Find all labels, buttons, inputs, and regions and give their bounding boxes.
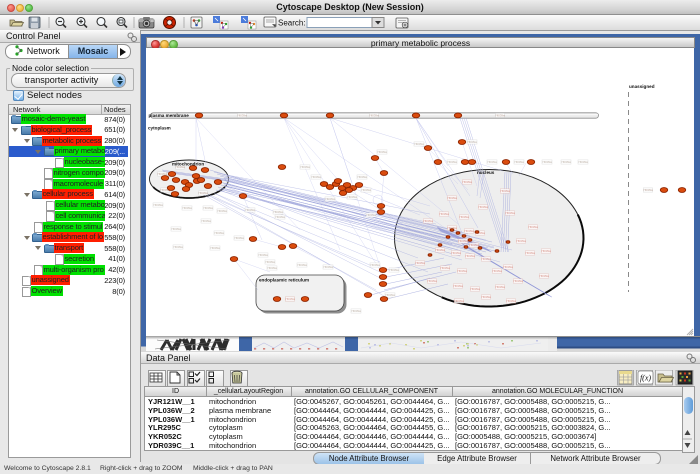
svg-text:plasma membrane: plasma membrane	[149, 113, 190, 118]
svg-text:Yfl039w: Yfl039w	[439, 212, 450, 216]
svg-text:Yfl039w: Yfl039w	[297, 263, 308, 267]
svg-text:Yfl039w: Yfl039w	[462, 180, 473, 184]
svg-text:Yfl039w: Yfl039w	[377, 150, 388, 154]
svg-text:Yfl039w: Yfl039w	[182, 206, 193, 210]
svg-text:Yfl039w: Yfl039w	[469, 243, 480, 247]
svg-text:Yfl039w: Yfl039w	[245, 208, 256, 212]
svg-text:Yfl039w: Yfl039w	[487, 160, 498, 164]
svg-text:Yfl039w: Yfl039w	[415, 261, 426, 265]
svg-text:Yfl039w: Yfl039w	[465, 254, 476, 258]
svg-text:Yfl039w: Yfl039w	[578, 160, 589, 164]
svg-text:Yfl039w: Yfl039w	[389, 268, 400, 272]
svg-text:Yfl039w: Yfl039w	[427, 279, 438, 283]
svg-text:Yfl039w: Yfl039w	[503, 265, 514, 269]
svg-text:Search:: Search:	[278, 19, 306, 28]
svg-text:Yfl039w: Yfl039w	[481, 295, 492, 299]
svg-text:Yfl039w: Yfl039w	[325, 197, 336, 201]
svg-text:Yfl039w: Yfl039w	[470, 287, 481, 291]
svg-text:Yfl039w: Yfl039w	[361, 188, 372, 192]
svg-text:Yfl039w: Yfl039w	[237, 114, 248, 118]
svg-text:Yfl039w: Yfl039w	[495, 285, 506, 289]
svg-text:Yfl039w: Yfl039w	[500, 189, 511, 193]
svg-text:Yfl039w: Yfl039w	[300, 165, 311, 169]
svg-text:Yfl039w: Yfl039w	[258, 253, 269, 257]
svg-text:Yfl039w: Yfl039w	[459, 215, 470, 219]
svg-text:cytoplasm: cytoplasm	[148, 126, 171, 131]
svg-text:Yfl039w: Yfl039w	[458, 239, 469, 243]
svg-text:Yfl039w: Yfl039w	[273, 210, 284, 214]
svg-text:Yfl039w: Yfl039w	[453, 284, 464, 288]
svg-text:Yfl039w: Yfl039w	[467, 140, 478, 144]
svg-text:Yfl039w: Yfl039w	[171, 227, 182, 231]
svg-text:Yfl039w: Yfl039w	[464, 229, 475, 233]
svg-text:Yfl039w: Yfl039w	[457, 269, 468, 273]
svg-text:Yfl039w: Yfl039w	[414, 142, 425, 146]
svg-text:Yfl039w: Yfl039w	[267, 266, 278, 270]
svg-text:Yfl039w: Yfl039w	[454, 299, 465, 303]
svg-text:Yfl039w: Yfl039w	[447, 196, 458, 200]
svg-text:Yfl039w: Yfl039w	[541, 249, 552, 253]
svg-text:Yfl039w: Yfl039w	[285, 297, 296, 301]
svg-text:Yfl039w: Yfl039w	[369, 114, 380, 118]
svg-text:Yfl039w: Yfl039w	[542, 160, 553, 164]
svg-text:Yfl039w: Yfl039w	[214, 231, 225, 235]
svg-text:nucleus: nucleus	[477, 170, 495, 175]
svg-text:Yfl039w: Yfl039w	[495, 114, 506, 118]
svg-text:Yfl039w: Yfl039w	[506, 299, 517, 303]
svg-text:Yfl039w: Yfl039w	[173, 245, 184, 249]
svg-text:Yfl039w: Yfl039w	[481, 257, 492, 261]
svg-text:Yfl039w: Yfl039w	[514, 160, 525, 164]
svg-text:Yfl039w: Yfl039w	[323, 265, 334, 269]
svg-text:Yfl039w: Yfl039w	[357, 175, 368, 179]
svg-text:Yfl039w: Yfl039w	[492, 269, 503, 273]
svg-text:Yfl039w: Yfl039w	[539, 274, 550, 278]
svg-text:Yfl039w: Yfl039w	[366, 213, 377, 217]
svg-text:Yfl039w: Yfl039w	[234, 236, 245, 240]
svg-text:unassigned: unassigned	[629, 84, 655, 89]
svg-text:Yfl039w: Yfl039w	[210, 246, 221, 250]
svg-text:Yfl039w: Yfl039w	[370, 263, 381, 267]
svg-text:Yfl039w: Yfl039w	[201, 219, 212, 223]
svg-text:Yfl039w: Yfl039w	[505, 211, 516, 215]
svg-text:endoplasmic reticulum: endoplasmic reticulum	[259, 278, 309, 283]
svg-text:Yfl039w: Yfl039w	[435, 248, 446, 252]
svg-text:Yfl039w: Yfl039w	[478, 205, 489, 209]
svg-text:Yfl039w: Yfl039w	[265, 260, 276, 264]
svg-text:mitochondrion: mitochondrion	[172, 162, 204, 167]
svg-text:Yfl039w: Yfl039w	[516, 239, 527, 243]
svg-text:Yfl039w: Yfl039w	[423, 219, 434, 223]
svg-text:Yfl039w: Yfl039w	[528, 225, 539, 229]
svg-text:Yfl039w: Yfl039w	[347, 195, 358, 199]
svg-text:f(x): f(x)	[640, 374, 651, 383]
svg-text:Yfl039w: Yfl039w	[385, 293, 396, 297]
svg-text:Yfl039w: Yfl039w	[643, 188, 654, 192]
svg-text:Yfl039w: Yfl039w	[513, 279, 524, 283]
svg-text:Yfl039w: Yfl039w	[447, 160, 458, 164]
svg-text:Yfl039w: Yfl039w	[561, 160, 572, 164]
svg-text:Yfl039w: Yfl039w	[153, 203, 164, 207]
svg-text:Yfl039w: Yfl039w	[203, 206, 214, 210]
svg-text:Yfl039w: Yfl039w	[440, 266, 451, 270]
svg-text:Yfl039w: Yfl039w	[525, 251, 536, 255]
svg-text:Yfl039w: Yfl039w	[217, 209, 228, 213]
svg-text:Yfl039w: Yfl039w	[275, 215, 286, 219]
svg-text:Yfl039w: Yfl039w	[198, 191, 209, 195]
svg-text:Yfl039w: Yfl039w	[451, 251, 462, 255]
svg-text:Yfl039w: Yfl039w	[311, 175, 322, 179]
svg-text:Yfl039w: Yfl039w	[351, 309, 362, 313]
